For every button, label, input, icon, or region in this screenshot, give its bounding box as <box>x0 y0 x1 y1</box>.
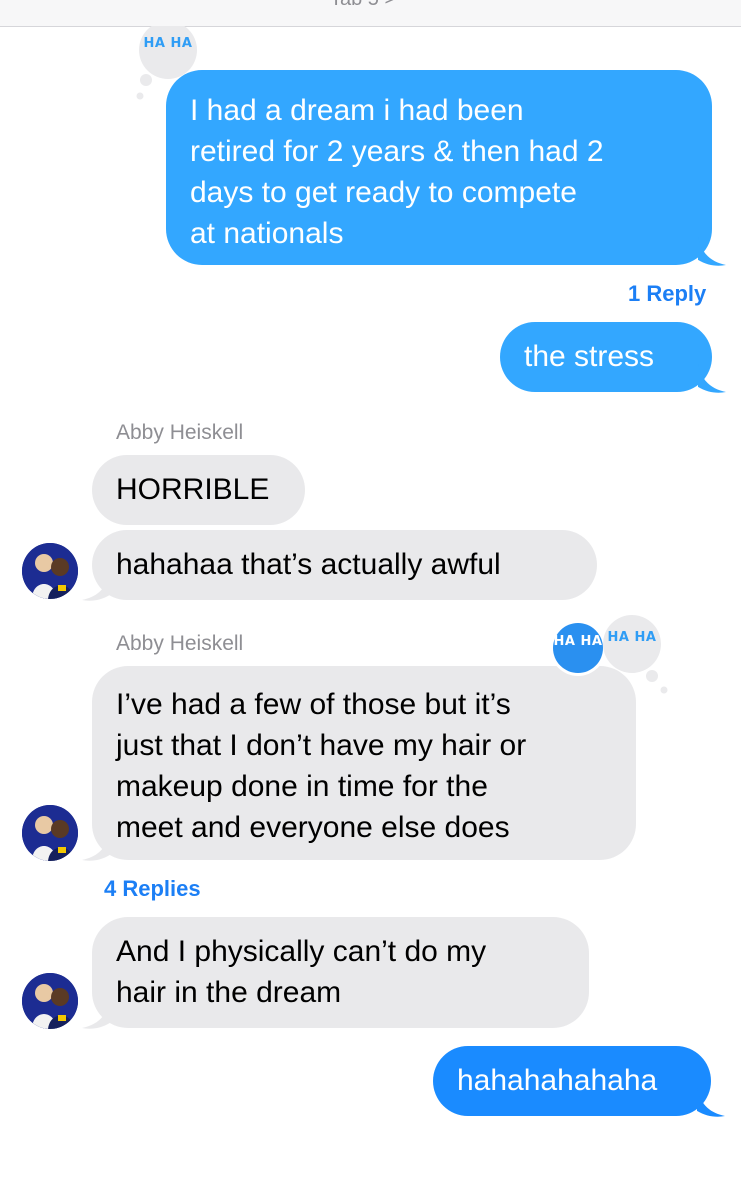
contact-avatar[interactable] <box>22 543 78 599</box>
contact-avatar[interactable] <box>22 973 78 1029</box>
incoming-message[interactable]: hahahaa that’s actually awful <box>92 530 597 600</box>
contact-avatar[interactable] <box>22 805 78 861</box>
outgoing-bubble-tail <box>698 364 726 393</box>
message-text: I’ve had a few of those but it’s just th… <box>116 688 527 844</box>
haha-reaction-icon[interactable]: HA HA <box>548 618 608 678</box>
incoming-message[interactable]: I’ve had a few of those but it’s just th… <box>92 666 636 860</box>
message-text: the stress <box>524 340 655 373</box>
incoming-bubble-tail <box>82 1000 110 1029</box>
message-text: I had a dream i had been retired for 2 y… <box>190 94 604 250</box>
message-text: hahahahahaha <box>457 1064 658 1097</box>
haha-reaction-icon[interactable]: HA HA <box>600 612 676 698</box>
message-text: And I physically can’t do my hair in the… <box>116 935 487 1009</box>
incoming-message[interactable]: And I physically can’t do my hair in the… <box>92 917 589 1028</box>
sender-name: Abby Heiskell <box>116 632 244 655</box>
haha-reaction-text: HA HA <box>143 36 193 51</box>
top-bar: Tab 5 > <box>0 0 741 27</box>
top-bar-label: Tab 5 > <box>330 0 396 11</box>
reply-count-link[interactable]: 4 Replies <box>104 876 201 902</box>
incoming-bubble-tail <box>82 572 110 601</box>
haha-reaction-text: HA HA <box>607 630 657 645</box>
haha-reaction-text: HA HA <box>553 634 603 649</box>
outgoing-message[interactable]: I had a dream i had been retired for 2 y… <box>166 70 712 265</box>
outgoing-bubble-tail <box>698 237 726 266</box>
sender-name: Abby Heiskell <box>116 421 244 444</box>
outgoing-bubble-tail <box>697 1088 725 1117</box>
message-text: HORRIBLE <box>116 473 270 506</box>
message-text: hahahaa that’s actually awful <box>116 548 501 581</box>
incoming-message[interactable]: HORRIBLE <box>92 455 305 525</box>
outgoing-message[interactable]: hahahahahaha <box>433 1046 711 1116</box>
outgoing-message[interactable]: the stress <box>500 322 712 392</box>
incoming-bubble-tail <box>82 832 110 861</box>
reply-count-link[interactable]: 1 Reply <box>628 281 706 307</box>
